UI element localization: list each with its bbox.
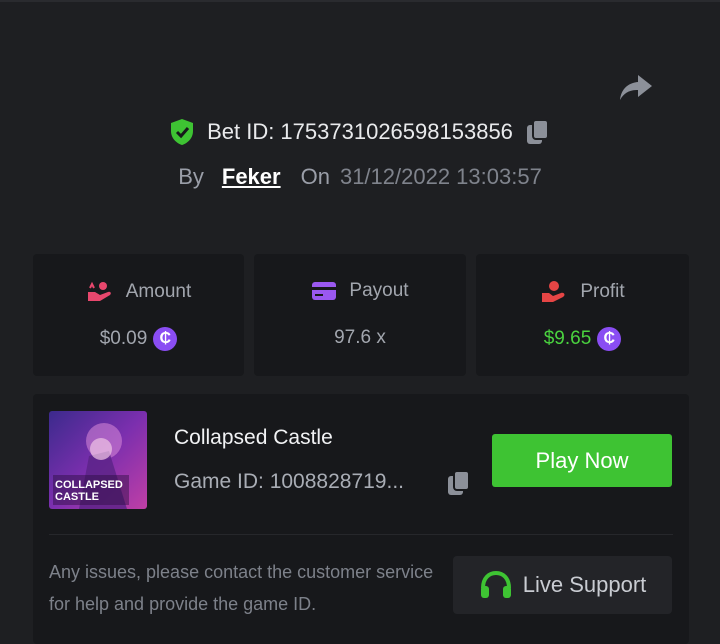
hand-coins-icon: [87, 281, 111, 301]
stat-label: Profit: [580, 281, 625, 302]
coin-icon: ₵: [153, 327, 178, 351]
thumbnail-text-2: CASTLE: [55, 491, 99, 503]
profit-hand-icon: [542, 281, 565, 302]
stat-profit: Profit $9.65 ₵: [476, 254, 689, 376]
live-support-label: Live Support: [522, 572, 647, 597]
stat-amount: Amount $0.09 ₵: [33, 254, 244, 376]
coin-icon: ₵: [597, 327, 622, 351]
stat-value: $0.09: [99, 328, 148, 349]
bet-datetime: 31/12/2022 13:03:57: [339, 164, 542, 189]
stat-value: $9.65: [543, 328, 592, 349]
card-divider: [49, 534, 673, 535]
game-card: COLLAPSED CASTLE Collapsed Castle Game I…: [33, 394, 689, 644]
credit-card-icon: [312, 282, 337, 300]
copy-icon[interactable]: [525, 118, 551, 146]
bet-byline: By Feker On 31/12/2022 13:03:57: [0, 164, 720, 190]
stat-payout: Payout 97.6 x: [254, 254, 466, 376]
user-link[interactable]: Feker: [222, 164, 281, 190]
bet-id-text: Bet ID: 1753731026598153856: [207, 119, 513, 144]
by-label: By: [178, 164, 204, 189]
copy-game-id-icon[interactable]: [446, 469, 472, 497]
support-message: Any issues, please contact the customer …: [49, 562, 434, 614]
on-label: On: [300, 164, 330, 189]
stat-label: Amount: [125, 281, 192, 302]
top-divider: [0, 0, 720, 2]
stat-label: Payout: [349, 280, 409, 301]
live-support-button[interactable]: Live Support: [453, 556, 672, 614]
game-thumbnail[interactable]: COLLAPSED CASTLE: [49, 411, 147, 509]
thumbnail-text-1: COLLAPSED: [55, 479, 123, 491]
verified-shield-icon: [171, 119, 194, 145]
share-icon[interactable]: [618, 72, 654, 102]
bet-id-row: Bet ID: 1753731026598153856: [0, 118, 720, 146]
headset-icon: [480, 570, 511, 598]
play-now-button[interactable]: Play Now: [492, 434, 672, 487]
stat-value: 97.6 x: [334, 327, 386, 348]
game-name[interactable]: Collapsed Castle: [174, 426, 333, 450]
game-id: Game ID: 1008828719...: [174, 470, 404, 493]
